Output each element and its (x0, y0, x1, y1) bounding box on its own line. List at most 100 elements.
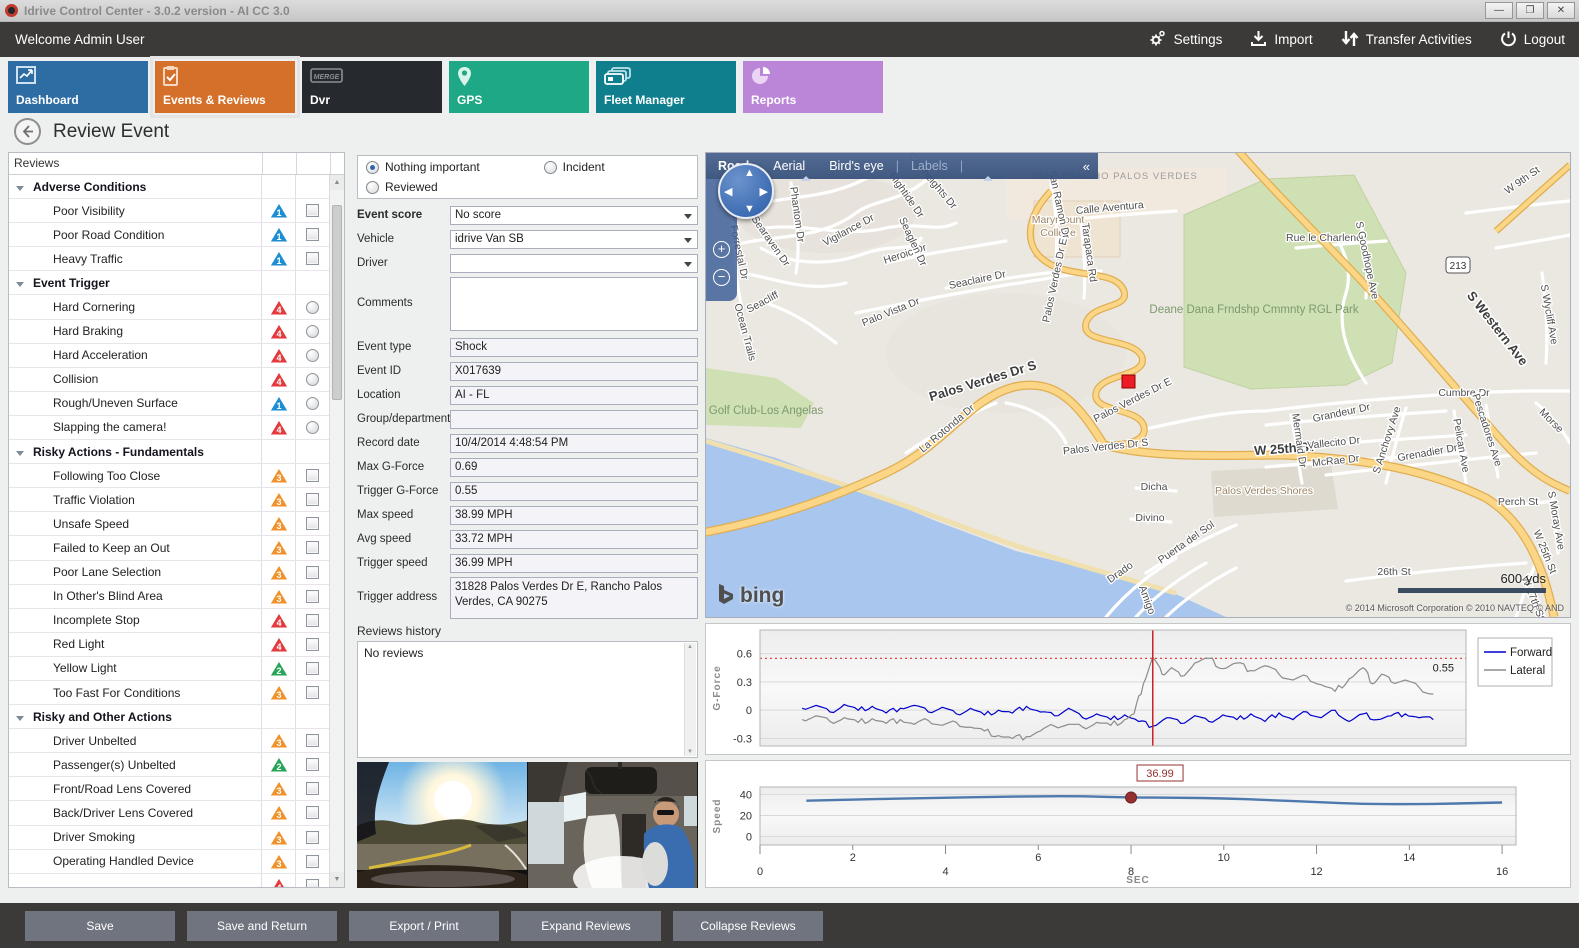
tab-events-reviews[interactable]: Events & Reviews (155, 61, 295, 113)
item-checkbox[interactable] (306, 566, 319, 579)
settings-button[interactable]: Settings (1148, 29, 1223, 51)
event-score-select[interactable]: No score (450, 206, 698, 225)
bing-map[interactable]: 213 EAST RANCHO PALOS VERDESMarymountCol… (705, 152, 1571, 618)
tree-item-failed-to-keep-an-out[interactable]: Failed to Keep an Out3 (9, 536, 329, 560)
tree-item-incomplete-stop[interactable]: Incomplete Stop4 (9, 609, 329, 633)
item-radio[interactable] (306, 325, 319, 338)
item-checkbox[interactable] (306, 614, 319, 627)
item-checkbox[interactable] (306, 734, 319, 747)
scrollbar-thumb[interactable] (332, 205, 342, 400)
tree-item-red-light[interactable]: Red Light4 (9, 633, 329, 657)
tree-item-poor-lane-selection[interactable]: Poor Lane Selection3 (9, 561, 329, 585)
tab-gps[interactable]: GPS (449, 61, 589, 113)
item-checkbox[interactable] (306, 879, 319, 887)
zoom-out-button[interactable]: − (713, 269, 730, 286)
radio-unselected[interactable] (544, 161, 557, 174)
item-checkbox[interactable] (306, 758, 319, 771)
tree-item-hard-braking[interactable]: Hard Braking4 (9, 320, 329, 344)
collapse-icon[interactable] (16, 186, 24, 191)
status-option-nothing-important[interactable]: Nothing important (366, 157, 544, 177)
export-print-button[interactable]: Export / Print (349, 911, 499, 941)
logout-button[interactable]: Logout (1500, 30, 1565, 50)
map-collapse-button[interactable]: « (1083, 159, 1090, 174)
tree-item-in-other-s-blind-area[interactable]: In Other's Blind Area3 (9, 585, 329, 609)
scroll-up-icon[interactable]: ▲ (330, 175, 344, 190)
item-checkbox[interactable] (306, 662, 319, 675)
tree-group-risky-and-other-actions[interactable]: Risky and Other Actions (9, 705, 329, 729)
maximize-button[interactable]: ❐ (1516, 2, 1544, 19)
tree-item-poor-visibility[interactable]: Poor Visibility1 (9, 199, 329, 223)
reviews-scrollbar[interactable]: ▲ ▼ (329, 175, 344, 887)
tab-reports[interactable]: Reports (743, 61, 883, 113)
item-checkbox[interactable] (306, 204, 319, 217)
zoom-in-button[interactable]: + (713, 241, 730, 258)
collapse-icon[interactable] (16, 716, 24, 721)
item-checkbox[interactable] (306, 782, 319, 795)
map-mode-labels[interactable]: Labels (911, 159, 948, 173)
vehicle-select[interactable]: idrive Van SB (450, 230, 698, 249)
item-radio[interactable] (306, 349, 319, 362)
tree-item-back-driver-lens-covered[interactable]: Back/Driver Lens Covered3 (9, 801, 329, 825)
tree-item-heavy-traffic[interactable]: Heavy Traffic1 (9, 247, 329, 271)
tree-item-collision[interactable]: Collision4 (9, 368, 329, 392)
collapse-reviews-button[interactable]: Collapse Reviews (673, 911, 823, 941)
item-radio[interactable] (306, 373, 319, 386)
map-mode-aerial[interactable]: Aerial (773, 159, 805, 173)
collapse-icon[interactable] (16, 282, 24, 287)
import-button[interactable]: Import (1250, 30, 1312, 50)
radio-unselected[interactable] (366, 181, 379, 194)
expand-reviews-button[interactable]: Expand Reviews (511, 911, 661, 941)
tree-item-slapping-the-camera-[interactable]: Slapping the camera!4 (9, 416, 329, 440)
driver-select[interactable] (450, 254, 698, 273)
item-checkbox[interactable] (306, 517, 319, 530)
tab-dashboard[interactable]: Dashboard (8, 61, 148, 113)
save-button[interactable]: Save (25, 911, 175, 941)
tree-item-poor-road-condition[interactable]: Poor Road Condition1 (9, 223, 329, 247)
item-checkbox[interactable] (306, 855, 319, 868)
pan-down-icon[interactable]: ▼ (744, 203, 755, 215)
event-location-marker[interactable] (1122, 375, 1135, 388)
tree-item-operating-handled-device[interactable]: Operating Handled Device3 (9, 850, 329, 874)
tree-item-passenger-s-unbelted[interactable]: Passenger(s) Unbelted2 (9, 753, 329, 777)
item-checkbox[interactable] (306, 686, 319, 699)
tree-item-driver-unbelted[interactable]: Driver Unbelted3 (9, 729, 329, 753)
road-camera-frame[interactable] (357, 762, 527, 888)
tab-fleet-manager[interactable]: Fleet Manager (596, 61, 736, 113)
scroll-down-icon[interactable]: ▼ (330, 872, 344, 887)
radio-selected[interactable] (366, 161, 379, 174)
transfer-activities-button[interactable]: Transfer Activities (1341, 30, 1472, 50)
reviews-history-scrollbar[interactable] (684, 643, 696, 756)
item-checkbox[interactable] (306, 831, 319, 844)
close-button[interactable]: ✕ (1547, 2, 1575, 19)
tree-item[interactable]: 4 (9, 874, 329, 887)
collapse-icon[interactable] (16, 451, 24, 456)
item-radio[interactable] (306, 421, 319, 434)
tree-item-rough-uneven-surface[interactable]: Rough/Uneven Surface1 (9, 392, 329, 416)
cabin-camera-frame[interactable] (528, 762, 698, 888)
item-checkbox[interactable] (306, 590, 319, 603)
back-button[interactable] (14, 118, 41, 145)
item-checkbox[interactable] (306, 541, 319, 554)
tree-group-adverse-conditions[interactable]: Adverse Conditions (9, 175, 329, 199)
tab-dvr[interactable]: MERGEDvr (302, 61, 442, 113)
item-checkbox[interactable] (306, 252, 319, 265)
item-checkbox[interactable] (306, 493, 319, 506)
tree-item-following-too-close[interactable]: Following Too Close3 (9, 464, 329, 488)
item-checkbox[interactable] (306, 228, 319, 241)
tree-item-unsafe-speed[interactable]: Unsafe Speed3 (9, 512, 329, 536)
minimize-button[interactable]: — (1485, 2, 1513, 19)
status-option-reviewed[interactable]: Reviewed (366, 177, 544, 197)
item-checkbox[interactable] (306, 806, 319, 819)
map-compass[interactable]: ▲ ▼ ◀ ▶ (718, 163, 774, 219)
tree-group-event-trigger[interactable]: Event Trigger (9, 271, 329, 295)
item-checkbox[interactable] (306, 469, 319, 482)
tree-item-traffic-violation[interactable]: Traffic Violation3 (9, 488, 329, 512)
comments-textarea[interactable] (450, 277, 698, 331)
pan-up-icon[interactable]: ▲ (744, 167, 755, 179)
tree-item-hard-acceleration[interactable]: Hard Acceleration4 (9, 344, 329, 368)
pan-right-icon[interactable]: ▶ (760, 185, 768, 198)
tree-item-front-road-lens-covered[interactable]: Front/Road Lens Covered3 (9, 777, 329, 801)
tree-item-yellow-light[interactable]: Yellow Light2 (9, 657, 329, 681)
save-and-return-button[interactable]: Save and Return (187, 911, 337, 941)
tree-group-risky-actions-fundamentals[interactable]: Risky Actions - Fundamentals (9, 440, 329, 464)
